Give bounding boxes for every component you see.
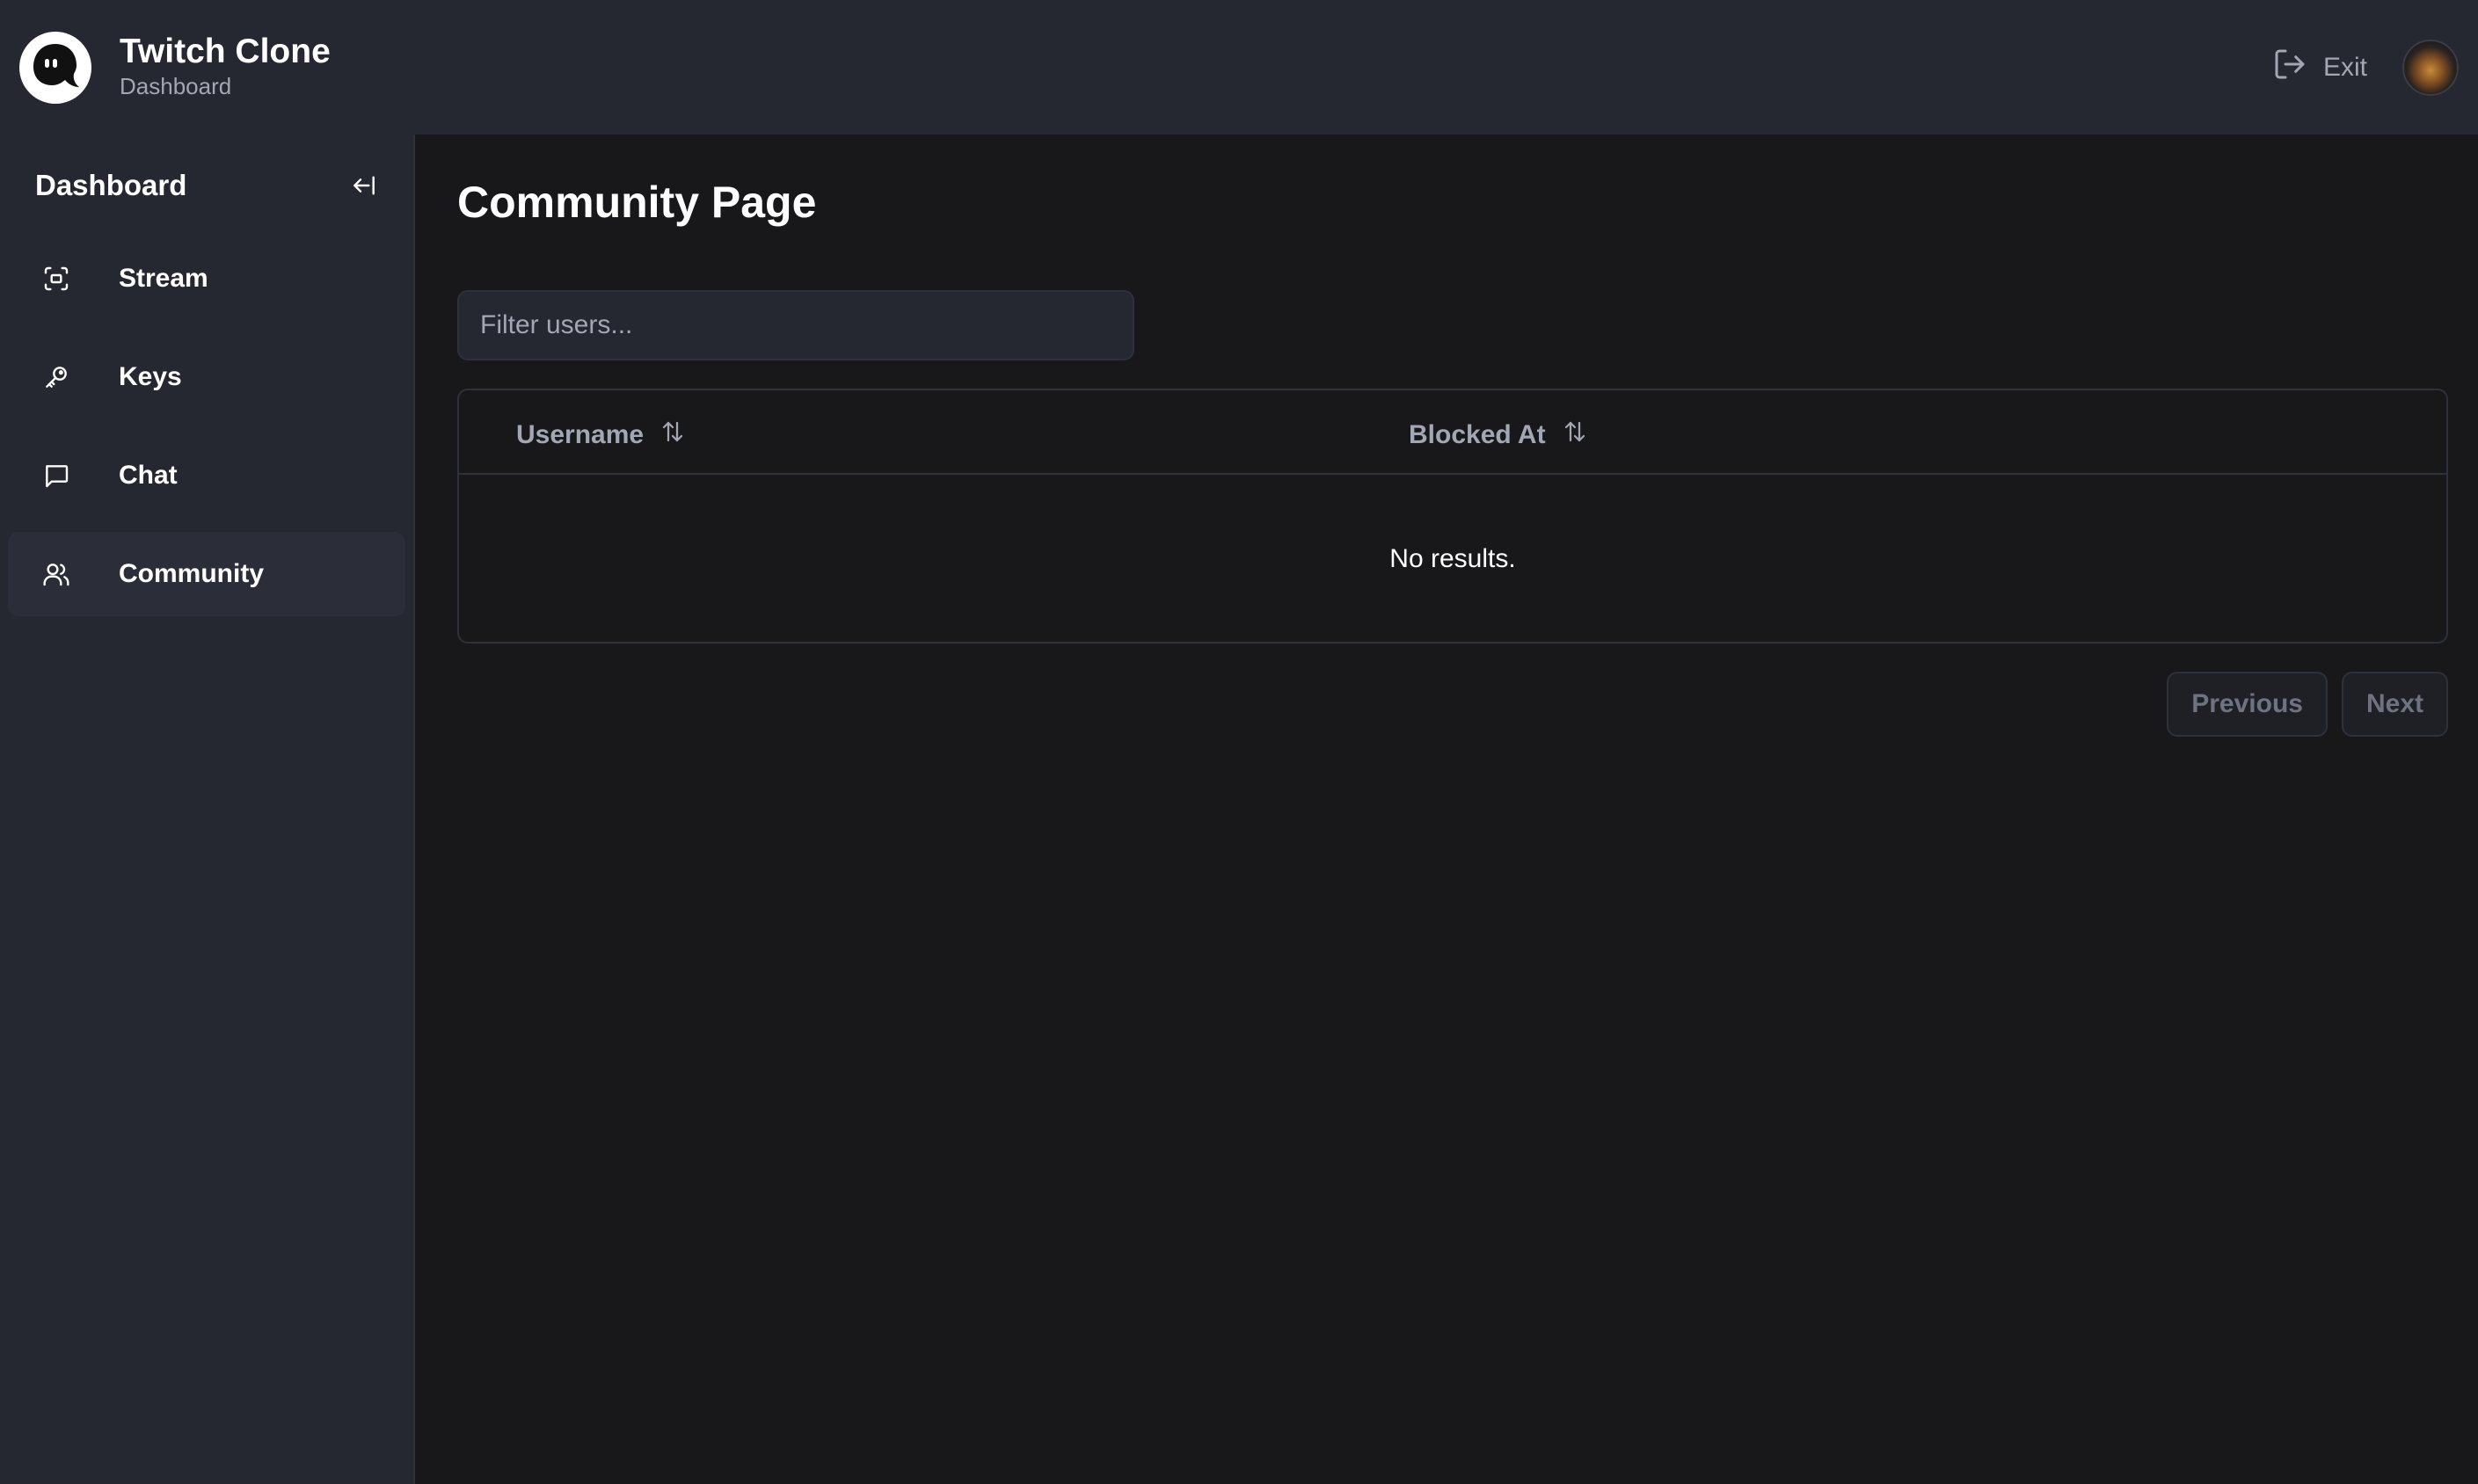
pagination: Previous Next xyxy=(2167,672,2448,737)
stream-icon xyxy=(34,257,78,301)
community-table: Username Blocked At No results. xyxy=(457,389,2448,644)
users-icon xyxy=(34,552,78,596)
exit-label: Exit xyxy=(2322,52,2367,82)
brand[interactable]: Twitch Clone Dashboard xyxy=(19,31,331,104)
filter-users-input[interactable] xyxy=(457,290,1134,360)
table-header: Username Blocked At xyxy=(459,390,2446,475)
column-header-label: Blocked At xyxy=(1409,420,1546,449)
no-results-text: No results. xyxy=(1389,544,1516,573)
sidebar-item-stream[interactable]: Stream xyxy=(8,236,405,321)
previous-page-button[interactable]: Previous xyxy=(2167,672,2328,737)
sidebar-title: Dashboard xyxy=(35,169,187,201)
app-title: Twitch Clone xyxy=(120,33,331,71)
sidebar-item-label: Keys xyxy=(119,362,182,391)
page-title: Community Page xyxy=(457,178,817,227)
sidebar-nav: Stream Keys Chat Community xyxy=(0,236,413,616)
empty-table-row: No results. xyxy=(459,475,2446,642)
user-avatar[interactable] xyxy=(2402,39,2459,96)
collapse-sidebar-icon[interactable] xyxy=(350,171,378,200)
column-header-blocked-at[interactable]: Blocked At xyxy=(1409,418,1588,452)
logo-icon xyxy=(19,31,91,104)
sidebar-item-label: Stream xyxy=(119,264,208,293)
sort-icon xyxy=(660,418,686,452)
sort-icon xyxy=(1562,418,1588,452)
exit-button[interactable]: Exit xyxy=(2272,47,2367,89)
app-subtitle: Dashboard xyxy=(120,73,232,100)
sidebar-item-keys[interactable]: Keys xyxy=(8,335,405,419)
chat-icon xyxy=(34,454,78,498)
column-header-username[interactable]: Username xyxy=(516,418,686,452)
sidebar-item-community[interactable]: Community xyxy=(8,532,405,616)
sidebar-item-label: Community xyxy=(119,559,264,588)
logout-icon xyxy=(2272,47,2307,89)
key-icon xyxy=(34,355,78,399)
sidebar: Dashboard Stream Keys Chat Community xyxy=(0,135,415,1484)
sidebar-item-chat[interactable]: Chat xyxy=(8,433,405,518)
main-content: Community Page Username Blocked At xyxy=(416,135,2478,1484)
next-page-button[interactable]: Next xyxy=(2341,672,2448,737)
column-header-label: Username xyxy=(516,420,645,449)
top-navbar: Twitch Clone Dashboard Exit xyxy=(0,0,2478,135)
sidebar-item-label: Chat xyxy=(119,461,178,490)
